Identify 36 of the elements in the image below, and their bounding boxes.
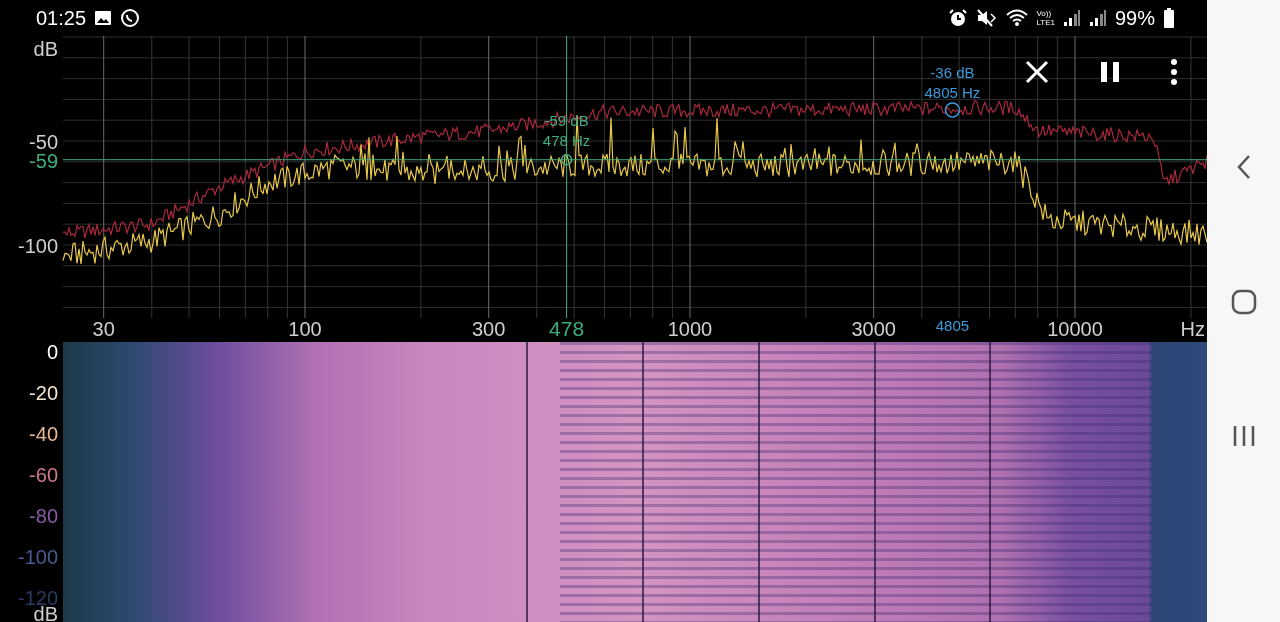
- cursor-frequency-axis-label: 478: [549, 317, 585, 340]
- peak-frequency-axis-label: 4805: [935, 317, 970, 334]
- spectrogram-axis-label: -60: [29, 464, 58, 486]
- x-axis-label: 1000: [667, 318, 713, 340]
- x-axis-label: 3000: [851, 318, 896, 340]
- alarm-icon: [948, 8, 969, 28]
- signal-icon: [1062, 9, 1081, 27]
- spectrogram-axis-label: -100: [17, 546, 58, 568]
- y-axis-unit: dB: [33, 38, 58, 60]
- spectrogram-axis-label: -80: [29, 505, 58, 527]
- x-axis-unit: Hz: [1180, 318, 1205, 340]
- wifi-icon: [1006, 9, 1029, 27]
- peak-frequency-label: 4805 Hz: [924, 84, 981, 101]
- spectrogram-axis-label: -40: [29, 423, 58, 445]
- x-axis-label: 10000: [1047, 318, 1103, 340]
- spectrogram-axis-label: -20: [29, 382, 58, 404]
- x-axis-label: 100: [288, 318, 322, 340]
- battery-icon: [1163, 8, 1175, 28]
- recents-icon[interactable]: [1231, 423, 1256, 448]
- chat-icon: [120, 8, 141, 28]
- x-axis-label: 30: [92, 318, 115, 340]
- peak-level-label: -36 dB: [930, 64, 975, 81]
- x-axis-label: 300: [472, 318, 506, 340]
- home-icon[interactable]: [1230, 289, 1257, 315]
- pause-icon[interactable]: [1101, 62, 1119, 82]
- clock-time: 01:25: [36, 6, 87, 30]
- y-axis-label: -100: [17, 235, 58, 257]
- back-icon[interactable]: [1235, 154, 1252, 181]
- more-options-icon[interactable]: [1171, 59, 1177, 85]
- spectrogram-axis-label: 0: [46, 342, 58, 363]
- volte-indicator: Vo)) LTE1: [1036, 9, 1055, 27]
- signal-icon: [1088, 9, 1107, 27]
- close-icon[interactable]: [1025, 60, 1049, 84]
- battery-percent: 99%: [1114, 6, 1155, 30]
- mute-icon: [976, 8, 999, 28]
- image-icon: [94, 10, 113, 26]
